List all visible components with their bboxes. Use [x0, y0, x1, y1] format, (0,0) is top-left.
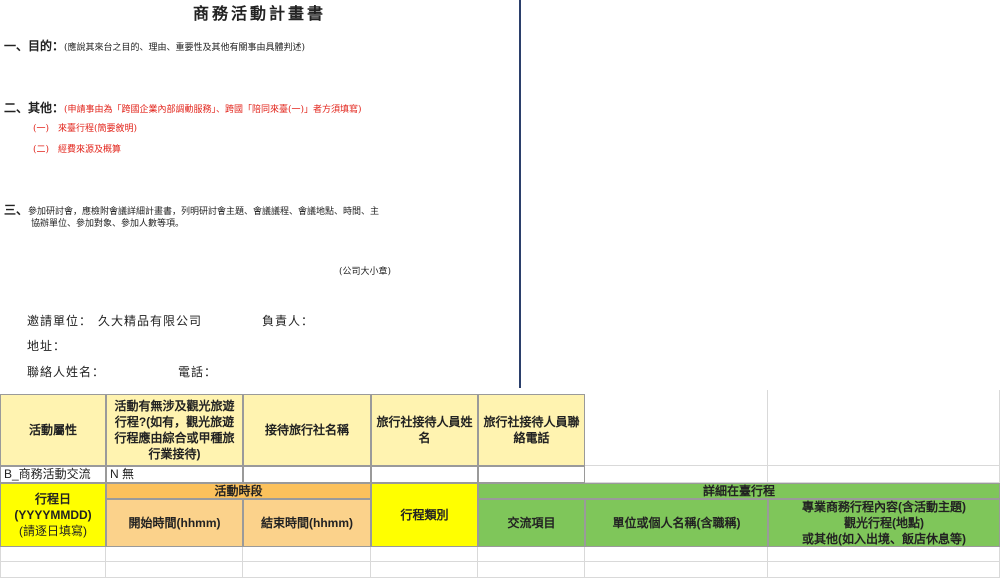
header-start-time[interactable]: 開始時間(hhmm) [106, 499, 243, 547]
travel-agency-name-value[interactable] [243, 466, 371, 483]
header-agency-staff-name[interactable]: 旅行社接待人員姓名 [371, 394, 478, 466]
plan-document: 商務活動計畫書 一、目的：(應說其來台之目的、理由、重要性及其他有關事由具體判述… [0, 0, 519, 390]
empty-cell[interactable] [768, 466, 1000, 483]
empty-cell[interactable] [478, 547, 585, 562]
section-2-note: (申請事由為「跨國企業內部調動服務」、跨國「陪同來臺(一)」者方須填寫) [64, 105, 362, 115]
empty-cell[interactable] [768, 547, 1000, 562]
header-agency-staff-phone[interactable]: 旅行社接待人員聯絡電話 [478, 394, 585, 466]
header-end-time[interactable]: 結束時間(hhmm) [243, 499, 371, 547]
empty-cell[interactable] [768, 390, 1000, 466]
content-line-2: 觀光行程(地點) [844, 515, 924, 530]
agency-staff-name-value[interactable] [371, 466, 478, 483]
inviter-value: 久大精品有限公司 [98, 314, 203, 328]
empty-cell[interactable] [371, 562, 478, 578]
empty-cell[interactable] [243, 562, 371, 578]
empty-cell[interactable] [243, 547, 371, 562]
section-1-label: 一、目的： [4, 39, 65, 53]
empty-cell[interactable] [585, 466, 768, 483]
header-travel-agency-name[interactable]: 接待旅行社名稱 [243, 394, 371, 466]
address-label: 地址： [27, 339, 67, 353]
content-line-1: 專業商務行程內容(含活動主題) [802, 499, 966, 514]
empty-cell[interactable] [585, 547, 768, 562]
empty-cell[interactable] [768, 562, 1000, 578]
empty-cell[interactable] [106, 547, 243, 562]
itinerary-day-label: 行程日 (YYYYMMDD) [14, 491, 92, 522]
itinerary-day-note: (請逐日填寫) [19, 524, 87, 539]
section-3-line2: 協辦單位、參加對象、參加人數等項。 [31, 219, 185, 229]
empty-cell[interactable] [585, 390, 768, 466]
header-activity-type[interactable]: 活動屬性 [0, 394, 106, 466]
section-2: 二、其他：(申請事由為「跨國企業內部調動服務」、跨國「陪同來臺(一)」者方須填寫… [4, 99, 362, 116]
company-stamp-label: (公司大小章) [339, 267, 392, 277]
section-1: 一、目的：(應說其來台之目的、理由、重要性及其他有關事由具體判述) [4, 37, 305, 54]
section-1-note: (應說其來台之目的、理由、重要性及其他有關事由具體判述) [64, 43, 306, 53]
contact-label: 聯絡人姓名： [27, 365, 106, 379]
empty-cell[interactable] [585, 562, 768, 578]
content-line-3: 或其他(如入出境、飯店休息等) [802, 532, 966, 547]
empty-cell[interactable] [106, 562, 243, 578]
empty-cell[interactable] [371, 547, 478, 562]
header-trip-type[interactable]: 行程類別 [371, 483, 478, 547]
section-2-label: 二、其他： [4, 101, 65, 115]
document-title: 商務活動計畫書 [192, 4, 326, 23]
header-itinerary-content[interactable]: 專業商務行程內容(含活動主題) 觀光行程(地點) 或其他(如入出境、飯店休息等) [768, 499, 1000, 547]
empty-cell[interactable] [0, 547, 106, 562]
phone-label: 電話： [178, 365, 218, 379]
section-2-item-1: (一) 來臺行程(簡要敘明) [33, 124, 138, 134]
activity-type-value[interactable]: B_商務活動交流 [0, 466, 106, 483]
agency-staff-phone-value[interactable] [478, 466, 585, 483]
header-exchange-item[interactable]: 交流項目 [478, 499, 585, 547]
header-activity-period[interactable]: 活動時段 [106, 483, 371, 499]
page-break-line [519, 0, 521, 388]
section-2-item-2: (二) 經費來源及概算 [33, 145, 122, 155]
section-3-label: 三、 [4, 203, 29, 217]
empty-cell[interactable] [478, 562, 585, 578]
owner-label: 負責人： [262, 314, 315, 328]
header-unit-name[interactable]: 單位或個人名稱(含職稱) [585, 499, 768, 547]
inviter-label: 邀請單位： [27, 314, 93, 328]
itinerary-sheet: 活動屬性 活動有無涉及觀光旅遊行程?(如有，觀光旅遊行程應由綜合或甲種旅行業接待… [0, 390, 1000, 578]
header-itinerary-day[interactable]: 行程日 (YYYYMMDD) (請逐日填寫) [0, 483, 106, 547]
tourism-involved-value[interactable]: N 無 [106, 466, 243, 483]
header-tourism-involved[interactable]: 活動有無涉及觀光旅遊行程?(如有，觀光旅遊行程應由綜合或甲種旅行業接待) [106, 394, 243, 466]
header-detailed-itinerary[interactable]: 詳細在臺行程 [478, 483, 1000, 499]
empty-cell[interactable] [0, 562, 106, 578]
